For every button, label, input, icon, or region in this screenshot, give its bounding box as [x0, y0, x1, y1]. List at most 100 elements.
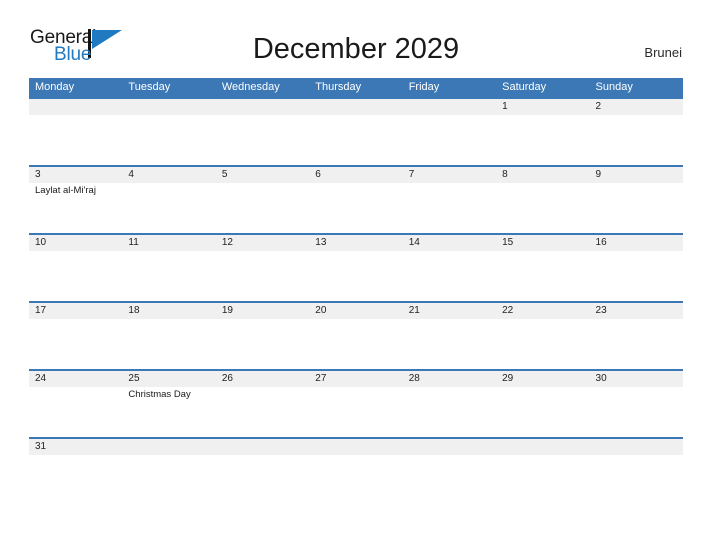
week-row: 31: [29, 437, 683, 459]
day-event[interactable]: [496, 115, 589, 165]
day-number[interactable]: 19: [216, 303, 309, 319]
day-event[interactable]: [122, 183, 215, 233]
day-number[interactable]: 9: [590, 167, 683, 183]
day-event[interactable]: [216, 251, 309, 301]
day-event[interactable]: [403, 251, 496, 301]
weekday-wednesday: Wednesday: [221, 81, 280, 93]
weekday-sunday: Sunday: [595, 81, 633, 93]
day-number[interactable]: 24: [29, 371, 122, 387]
weekday-saturday: Saturday: [502, 81, 547, 93]
day-number[interactable]: [403, 439, 496, 455]
day-number[interactable]: 23: [590, 303, 683, 319]
day-number[interactable]: 17: [29, 303, 122, 319]
day-number[interactable]: 20: [309, 303, 402, 319]
day-number[interactable]: 18: [122, 303, 215, 319]
week-daynumber-band: 17 18 19 20 21 22 23: [29, 303, 683, 319]
day-event[interactable]: [309, 183, 402, 233]
day-event[interactable]: [403, 387, 496, 437]
calendar-grid: Monday Tuesday Wednesday Thursday Friday…: [29, 78, 683, 459]
day-event[interactable]: [590, 183, 683, 233]
day-event[interactable]: [216, 387, 309, 437]
week-row: 1 2: [29, 97, 683, 165]
day-number[interactable]: 13: [309, 235, 402, 251]
week-event-band: [29, 251, 683, 301]
day-event[interactable]: [29, 319, 122, 369]
day-event[interactable]: [309, 115, 402, 165]
day-number[interactable]: 29: [496, 371, 589, 387]
week-event-band: Christmas Day: [29, 387, 683, 437]
day-number[interactable]: [403, 99, 496, 115]
day-number[interactable]: 14: [403, 235, 496, 251]
day-event[interactable]: [122, 115, 215, 165]
day-number[interactable]: 25: [122, 371, 215, 387]
day-event[interactable]: [122, 319, 215, 369]
day-number[interactable]: [216, 99, 309, 115]
page-title: December 2029: [252, 33, 460, 65]
day-number[interactable]: 6: [309, 167, 402, 183]
day-event[interactable]: [216, 115, 309, 165]
week-daynumber-band: 10 11 12 13 14 15 16: [29, 235, 683, 251]
day-number[interactable]: [309, 99, 402, 115]
week-row: 3 4 5 6 7 8 9 Laylat al-Mi'raj: [29, 165, 683, 233]
day-number[interactable]: 15: [496, 235, 589, 251]
day-number[interactable]: 27: [309, 371, 402, 387]
day-event[interactable]: [496, 319, 589, 369]
day-number[interactable]: 12: [216, 235, 309, 251]
week-daynumber-band: 31: [29, 439, 683, 455]
day-event[interactable]: [496, 251, 589, 301]
day-event[interactable]: [216, 183, 309, 233]
week-event-band: [29, 319, 683, 369]
day-number[interactable]: 22: [496, 303, 589, 319]
day-number[interactable]: 3: [29, 167, 122, 183]
day-number[interactable]: 1: [496, 99, 589, 115]
day-event[interactable]: [403, 183, 496, 233]
day-event[interactable]: [309, 251, 402, 301]
day-event[interactable]: Christmas Day: [122, 387, 215, 437]
day-number[interactable]: 28: [403, 371, 496, 387]
day-number[interactable]: [309, 439, 402, 455]
day-number[interactable]: 2: [590, 99, 683, 115]
weekday-friday: Friday: [408, 81, 440, 93]
day-number[interactable]: 7: [403, 167, 496, 183]
week-event-band: [29, 115, 683, 165]
day-number[interactable]: [590, 439, 683, 455]
day-event[interactable]: [29, 251, 122, 301]
day-event[interactable]: [309, 319, 402, 369]
day-number[interactable]: [122, 439, 215, 455]
day-number[interactable]: [216, 439, 309, 455]
week-daynumber-band: 24 25 26 27 28 29 30: [29, 371, 683, 387]
weekday-header-row: Monday Tuesday Wednesday Thursday Friday…: [29, 78, 683, 97]
day-number[interactable]: 16: [590, 235, 683, 251]
day-number[interactable]: [122, 99, 215, 115]
day-event[interactable]: [403, 115, 496, 165]
day-event[interactable]: [122, 251, 215, 301]
day-event[interactable]: [309, 387, 402, 437]
day-event[interactable]: Laylat al-Mi'raj: [29, 183, 122, 233]
day-event[interactable]: [590, 251, 683, 301]
day-event[interactable]: [29, 115, 122, 165]
day-number[interactable]: 10: [29, 235, 122, 251]
weekday-thursday: Thursday: [315, 81, 362, 93]
day-number[interactable]: [496, 439, 589, 455]
day-event[interactable]: [496, 183, 589, 233]
day-number[interactable]: 26: [216, 371, 309, 387]
week-row: 17 18 19 20 21 22 23: [29, 301, 683, 369]
day-event[interactable]: [590, 387, 683, 437]
day-event[interactable]: [590, 115, 683, 165]
day-event[interactable]: [216, 319, 309, 369]
calendar-page: General Blue December 2029 Brunei Monday…: [0, 0, 712, 550]
day-number[interactable]: 21: [403, 303, 496, 319]
day-number[interactable]: 4: [122, 167, 215, 183]
day-number[interactable]: [29, 99, 122, 115]
day-number[interactable]: 8: [496, 167, 589, 183]
day-event[interactable]: [29, 387, 122, 437]
day-event[interactable]: [590, 319, 683, 369]
day-number[interactable]: 5: [216, 167, 309, 183]
day-event[interactable]: [496, 387, 589, 437]
week-row: 10 11 12 13 14 15 16: [29, 233, 683, 301]
day-number[interactable]: 11: [122, 235, 215, 251]
day-number[interactable]: 30: [590, 371, 683, 387]
day-event[interactable]: [403, 319, 496, 369]
day-number[interactable]: 31: [29, 439, 122, 455]
weekday-tuesday: Tuesday: [128, 81, 171, 93]
